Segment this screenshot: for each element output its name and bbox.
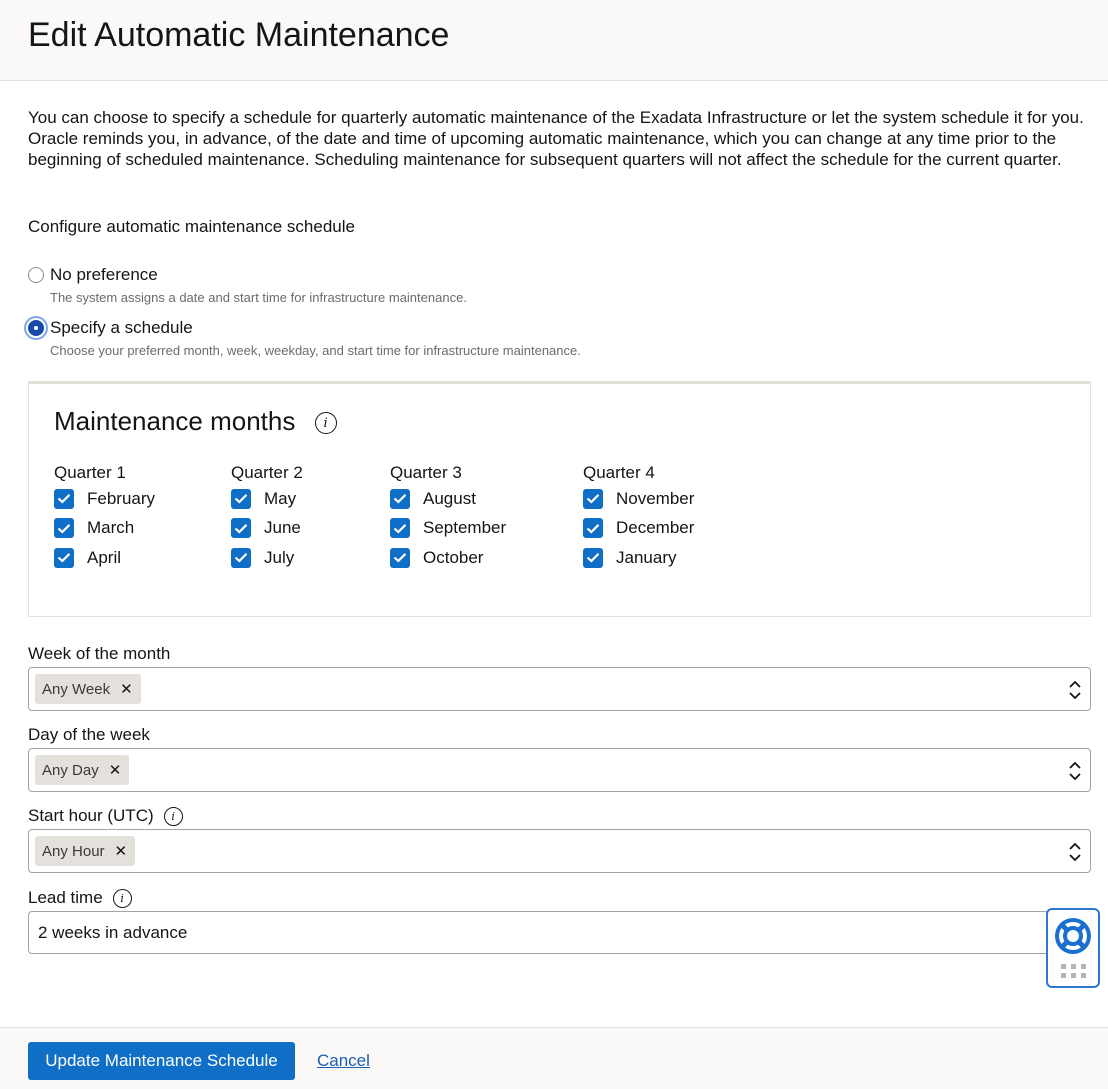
month-checkbox-row[interactable]: April — [54, 542, 155, 574]
month-label: February — [87, 488, 156, 508]
cancel-link[interactable]: Cancel — [317, 1051, 370, 1071]
month-checkbox-row[interactable]: May — [231, 483, 303, 515]
info-icon[interactable]: i — [314, 412, 337, 435]
checkbox-checked-icon[interactable] — [231, 518, 251, 539]
radio-help-text: Choose your preferred month, week, weekd… — [50, 343, 581, 358]
month-checkbox-row[interactable]: September — [390, 513, 506, 545]
start-hour-select[interactable]: Any Hour ✕ — [28, 829, 1091, 873]
quarter-column: Quarter 2 May June July — [231, 463, 303, 574]
quarter-column: Quarter 1 February March April — [54, 463, 155, 574]
month-label: June — [264, 518, 301, 538]
info-icon[interactable]: i — [163, 806, 183, 826]
page-footer: Update Maintenance Schedule Cancel — [0, 1027, 1108, 1089]
day-label-text: Day of the week — [28, 725, 150, 744]
lead-label-text: Lead time — [28, 888, 103, 907]
update-maintenance-schedule-button[interactable]: Update Maintenance Schedule — [28, 1042, 295, 1080]
checkbox-checked-icon[interactable] — [231, 547, 251, 568]
radio-button-checked[interactable] — [28, 320, 44, 336]
month-checkbox-row[interactable]: December — [583, 513, 694, 545]
card-title: Maintenance months i — [54, 406, 337, 437]
remove-chip-icon[interactable]: ✕ — [115, 842, 128, 860]
day-field-label: Day of the week — [28, 725, 150, 745]
radio-label: No preference — [50, 265, 158, 284]
month-label: December — [616, 518, 695, 538]
month-label: October — [423, 547, 484, 567]
maintenance-months-card: Maintenance months i Quarter 1 February … — [28, 381, 1091, 617]
month-checkbox-row[interactable]: August — [390, 483, 506, 515]
checkbox-checked-icon[interactable] — [583, 518, 603, 539]
quarter-title: Quarter 3 — [390, 463, 462, 482]
checkbox-checked-icon[interactable] — [390, 518, 410, 539]
month-label: January — [616, 547, 677, 567]
help-widget[interactable] — [1046, 908, 1100, 988]
description-text: You can choose to specify a schedule for… — [28, 108, 1084, 169]
up-down-chevron-icon[interactable] — [1068, 760, 1082, 782]
selected-chip: Any Day ✕ — [35, 755, 130, 785]
lead-field-label: Lead time i — [28, 888, 132, 908]
day-of-week-select[interactable]: Any Day ✕ — [28, 748, 1091, 792]
checkbox-checked-icon[interactable] — [54, 518, 74, 539]
quarter-title: Quarter 4 — [583, 463, 655, 482]
quarter-column: Quarter 4 November December January — [583, 463, 694, 574]
quarter-title: Quarter 1 — [54, 463, 126, 482]
checkbox-checked-icon[interactable] — [231, 488, 251, 509]
remove-chip-icon[interactable]: ✕ — [120, 680, 133, 698]
month-checkbox-row[interactable]: February — [54, 483, 155, 515]
radio-specify-schedule[interactable]: Specify a schedule — [28, 318, 193, 338]
remove-chip-icon[interactable]: ✕ — [109, 761, 122, 779]
chip-label: Any Hour — [42, 842, 105, 860]
lifebuoy-icon — [1055, 918, 1091, 954]
month-checkbox-row[interactable]: November — [583, 483, 694, 515]
checkbox-checked-icon[interactable] — [583, 488, 603, 509]
checkbox-checked-icon[interactable] — [54, 547, 74, 568]
month-checkbox-row[interactable]: July — [231, 542, 303, 574]
month-label: August — [423, 488, 476, 508]
radio-button-unchecked[interactable] — [28, 267, 44, 283]
month-checkbox-row[interactable]: January — [583, 542, 694, 574]
up-down-chevron-icon[interactable] — [1068, 679, 1082, 701]
month-label: May — [264, 488, 297, 508]
radio-no-preference[interactable]: No preference — [28, 265, 158, 285]
quarter-column: Quarter 3 August September October — [390, 463, 506, 574]
selected-chip: Any Hour ✕ — [35, 836, 136, 866]
page-header: Edit Automatic Maintenance — [0, 0, 1108, 81]
chip-label: Any Week — [42, 680, 111, 698]
drag-grip-icon[interactable] — [1061, 964, 1087, 980]
radio-help-text: The system assigns a date and start time… — [50, 290, 467, 305]
hour-label-text: Start hour (UTC) — [28, 806, 154, 825]
month-label: July — [264, 547, 295, 567]
card-title-text: Maintenance months — [54, 406, 296, 436]
checkbox-checked-icon[interactable] — [390, 488, 410, 509]
checkbox-checked-icon[interactable] — [390, 547, 410, 568]
month-label: November — [616, 488, 695, 508]
quarter-title: Quarter 2 — [231, 463, 303, 482]
selected-chip: Any Week ✕ — [35, 674, 141, 704]
month-label: September — [423, 518, 507, 538]
hour-field-label: Start hour (UTC) i — [28, 806, 183, 826]
page-title: Edit Automatic Maintenance — [28, 16, 450, 54]
week-of-month-select[interactable]: Any Week ✕ — [28, 667, 1091, 711]
up-down-chevron-icon[interactable] — [1068, 841, 1082, 863]
lead-time-input[interactable]: 2 weeks in advance — [28, 911, 1091, 954]
schedule-section-label: Configure automatic maintenance schedule — [28, 217, 355, 236]
month-checkbox-row[interactable]: March — [54, 513, 155, 545]
week-label-text: Week of the month — [28, 644, 171, 663]
checkbox-checked-icon[interactable] — [54, 488, 74, 509]
month-checkbox-row[interactable]: June — [231, 513, 303, 545]
month-label: March — [87, 518, 135, 538]
week-field-label: Week of the month — [28, 644, 170, 664]
chip-label: Any Day — [42, 761, 99, 779]
month-label: April — [87, 547, 122, 567]
radio-label: Specify a schedule — [50, 318, 193, 337]
month-checkbox-row[interactable]: October — [390, 542, 506, 574]
checkbox-checked-icon[interactable] — [583, 547, 603, 568]
info-icon[interactable]: i — [112, 888, 132, 908]
